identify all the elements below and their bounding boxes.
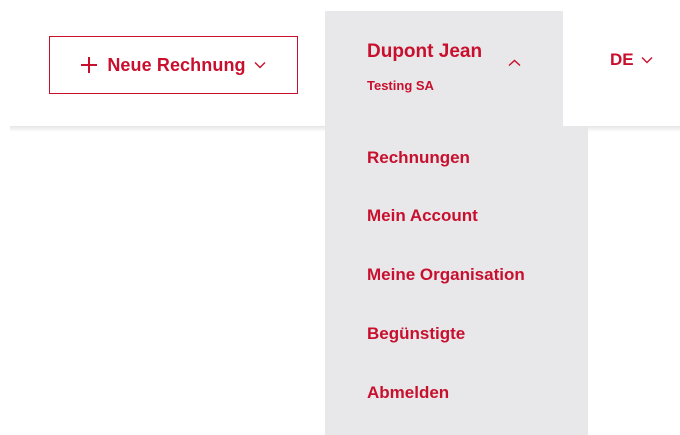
new-invoice-button[interactable]: Neue Rechnung [49,36,298,94]
language-selector[interactable]: DE [610,50,653,70]
language-label: DE [610,50,634,69]
chevron-down-icon [641,57,653,64]
chevron-up-icon [508,59,521,67]
menu-item-beneficiaries[interactable]: Begünstigte [367,324,465,344]
user-name: Dupont Jean [367,41,483,62]
menu-item-my-account[interactable]: Mein Account [367,206,478,226]
menu-item-invoices[interactable]: Rechnungen [367,148,470,168]
menu-item-my-organization[interactable]: Meine Organisation [367,265,525,285]
new-invoice-label: Neue Rechnung [107,54,246,75]
chevron-down-icon [254,62,266,69]
page: Neue Rechnung Dupont Jean Testing SA DE … [0,0,680,435]
plus-icon [81,57,98,73]
user-dropdown-menu: Rechnungen Mein Account Meine Organisati… [325,127,588,435]
user-menu-toggle[interactable]: Dupont Jean Testing SA [325,11,563,127]
menu-item-logout[interactable]: Abmelden [367,383,449,403]
user-organization: Testing SA [367,78,434,93]
